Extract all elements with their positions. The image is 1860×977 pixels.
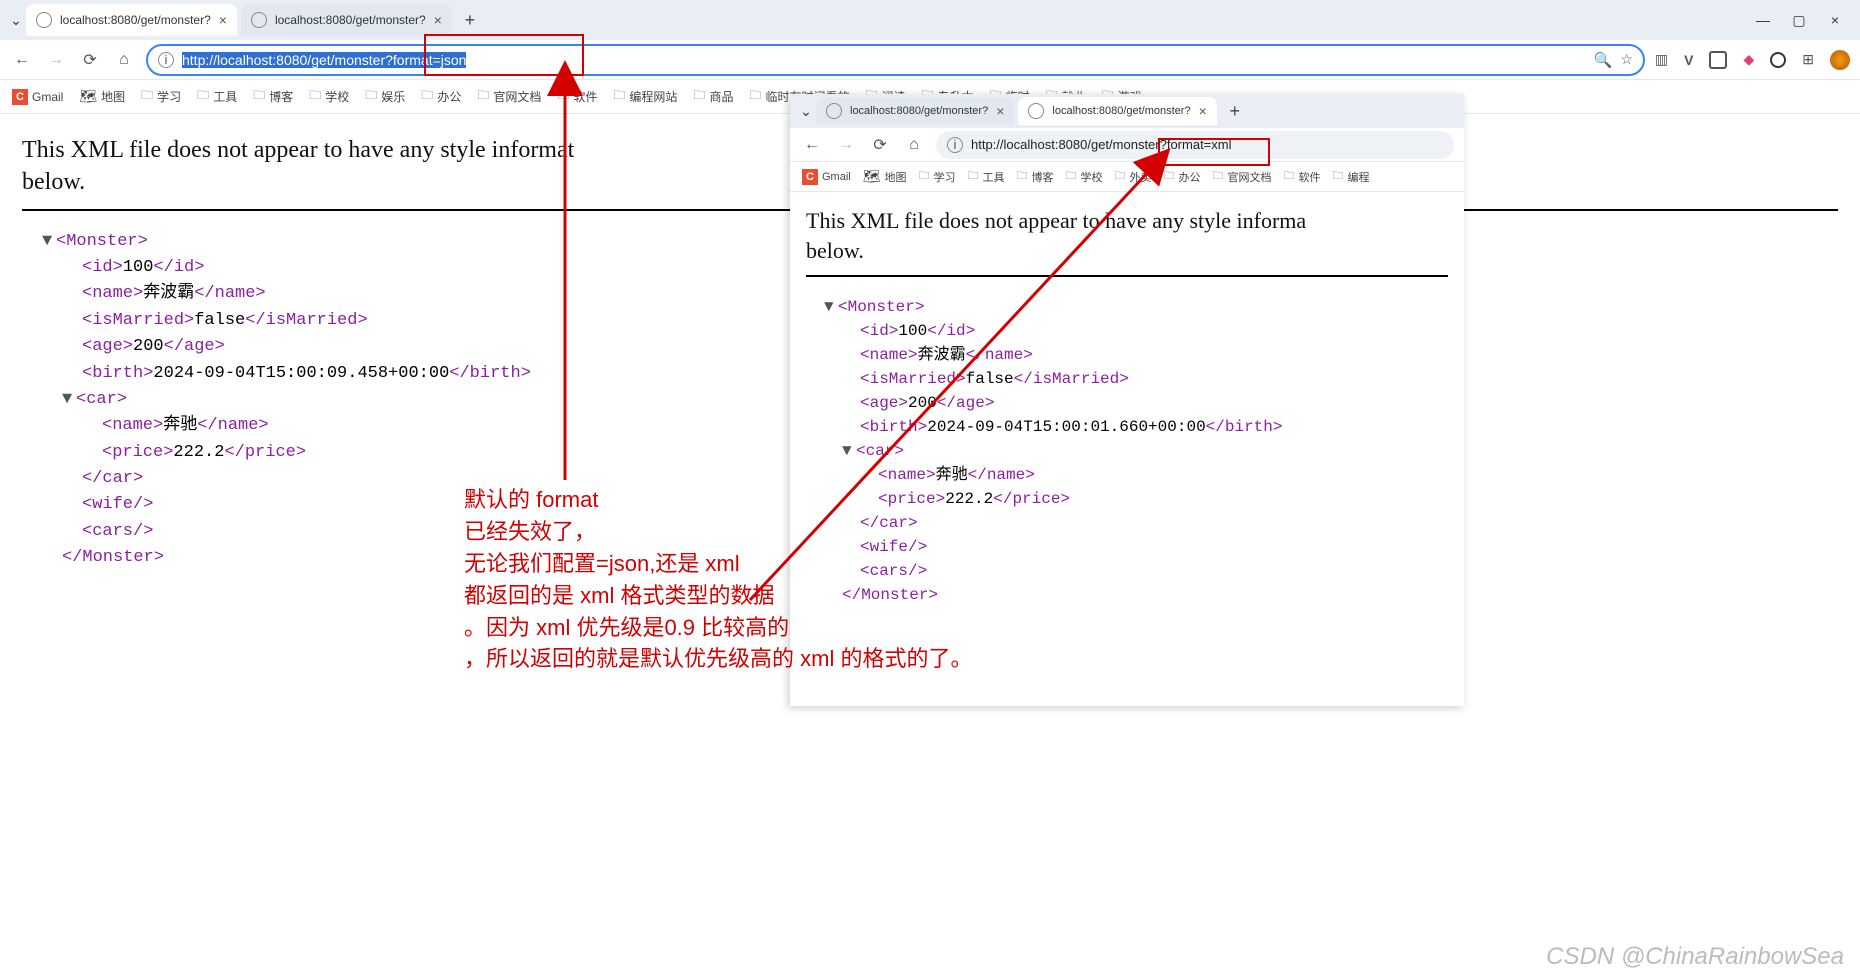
- tab-title: localhost:8080/get/monster?: [1052, 105, 1190, 117]
- new-tab-button[interactable]: +: [456, 10, 484, 31]
- bookmark-item[interactable]: 🗀软件: [1284, 167, 1321, 186]
- bookmark-item[interactable]: 🗀工具: [968, 167, 1005, 186]
- bookmark-item[interactable]: 🗀编程: [1333, 167, 1370, 186]
- bookmark-item[interactable]: 🗀编程网站: [613, 86, 677, 107]
- bookmark-item[interactable]: 🗀办公: [1164, 167, 1201, 186]
- profile-avatar[interactable]: [1830, 50, 1850, 70]
- toolbar: ← → ⟳ ⌂ i http://localhost:8080/get/mons…: [790, 128, 1464, 162]
- browser-tab[interactable]: localhost:8080/get/monster? ×: [26, 4, 237, 36]
- close-icon[interactable]: ×: [1199, 103, 1207, 119]
- extension-icon[interactable]: [1770, 52, 1786, 68]
- bookmark-item[interactable]: 🗀商品: [693, 86, 733, 107]
- maximize-icon[interactable]: ▢: [1790, 12, 1808, 29]
- close-icon[interactable]: ×: [434, 12, 442, 28]
- toolbar: ← → ⟳ ⌂ i http://localhost:8080/get/mons…: [0, 40, 1860, 80]
- bookmark-item[interactable]: 🗀外卖: [1115, 167, 1152, 186]
- annotation-text: 默认的 format 已经失效了， 无论我们配置=json,还是 xml 都返回…: [464, 484, 972, 675]
- bookmark-item[interactable]: 🗀学习: [141, 86, 181, 107]
- tab-strip: ⌄ localhost:8080/get/monster? × localhos…: [0, 0, 1860, 40]
- pinterest-icon[interactable]: ◆: [1743, 51, 1754, 68]
- bookmark-item[interactable]: 🗺地图: [863, 168, 907, 185]
- share-icon[interactable]: [1709, 51, 1727, 69]
- bookmark-item[interactable]: 🗀工具: [197, 86, 237, 107]
- bookmark-item[interactable]: 🗀博客: [253, 86, 293, 107]
- site-info-icon[interactable]: i: [158, 52, 174, 68]
- browser-tab[interactable]: localhost:8080/get/monster? ×: [1018, 97, 1216, 125]
- bookmark-item[interactable]: 🗀学校: [1066, 167, 1103, 186]
- browser-tab[interactable]: localhost:8080/get/monster? ×: [241, 4, 452, 36]
- divider: [806, 275, 1448, 277]
- close-icon[interactable]: ×: [219, 12, 227, 28]
- url-text: http://localhost:8080/get/monster?format…: [182, 52, 1586, 68]
- tab-title: localhost:8080/get/monster?: [275, 13, 426, 27]
- tab-title: localhost:8080/get/monster?: [850, 105, 988, 117]
- bookmark-item[interactable]: 🗀娱乐: [365, 86, 405, 107]
- search-icon[interactable]: 🔍: [1594, 51, 1613, 69]
- address-bar[interactable]: i http://localhost:8080/get/monster?form…: [936, 131, 1454, 159]
- puzzle-icon[interactable]: ⊞: [1802, 51, 1814, 68]
- forward-button[interactable]: →: [834, 136, 858, 154]
- browser-tab[interactable]: localhost:8080/get/monster? ×: [816, 97, 1014, 125]
- tab-title: localhost:8080/get/monster?: [60, 13, 211, 27]
- back-button[interactable]: ←: [10, 51, 34, 69]
- collections-icon[interactable]: ▥: [1655, 51, 1668, 68]
- globe-icon: [1028, 103, 1044, 119]
- back-button[interactable]: ←: [800, 136, 824, 154]
- bookmark-item[interactable]: 🗺地图: [79, 88, 125, 105]
- tabs-dropdown-icon[interactable]: ⌄: [796, 103, 816, 120]
- bookmark-item[interactable]: 🗀学校: [309, 86, 349, 107]
- tabs-dropdown-icon[interactable]: ⌄: [6, 12, 26, 29]
- globe-icon: [826, 103, 842, 119]
- bookmark-item[interactable]: 🗀官网文档: [1213, 167, 1272, 186]
- reload-button[interactable]: ⟳: [868, 135, 892, 155]
- reload-button[interactable]: ⟳: [78, 50, 102, 70]
- url-text: http://localhost:8080/get/monster?format…: [971, 137, 1443, 152]
- bookmarks-bar: CGmail 🗺地图 🗀学习 🗀工具 🗀博客 🗀学校 🗀外卖 🗀办公 🗀官网文档 🗀软件 🗀编程: [790, 162, 1464, 192]
- home-button[interactable]: ⌂: [112, 51, 136, 69]
- minimize-icon[interactable]: —: [1754, 12, 1772, 29]
- forward-button[interactable]: →: [44, 51, 68, 69]
- tab-strip: ⌄ localhost:8080/get/monster? × localhos…: [790, 94, 1464, 128]
- watermark: CSDN @ChinaRainbowSea: [1546, 943, 1844, 971]
- close-icon[interactable]: ×: [996, 103, 1004, 119]
- bookmark-item[interactable]: CGmail: [802, 169, 851, 185]
- bookmark-item[interactable]: 🗀官网文档: [477, 86, 541, 107]
- globe-icon: [36, 12, 52, 28]
- xml-notice: This XML file does not appear to have an…: [806, 206, 1448, 265]
- bookmark-item[interactable]: 🗀软件: [557, 86, 597, 107]
- globe-icon: [251, 12, 267, 28]
- bookmark-star-icon[interactable]: ☆: [1620, 51, 1633, 68]
- bookmark-item[interactable]: 🗀学习: [919, 167, 956, 186]
- toolbar-right: ▥ V ◆ ⊞: [1655, 50, 1850, 70]
- site-info-icon[interactable]: i: [947, 137, 963, 153]
- address-bar[interactable]: i http://localhost:8080/get/monster?form…: [146, 44, 1645, 76]
- bookmark-item[interactable]: 🗀办公: [421, 86, 461, 107]
- bookmark-item[interactable]: 🗀博客: [1017, 167, 1054, 186]
- bookmark-item[interactable]: CGmail: [12, 89, 63, 105]
- window-controls: — ▢ ×: [1754, 12, 1854, 29]
- new-tab-button[interactable]: +: [1221, 101, 1249, 122]
- brave-icon[interactable]: V: [1684, 52, 1693, 68]
- home-button[interactable]: ⌂: [902, 136, 926, 154]
- close-window-icon[interactable]: ×: [1826, 12, 1844, 29]
